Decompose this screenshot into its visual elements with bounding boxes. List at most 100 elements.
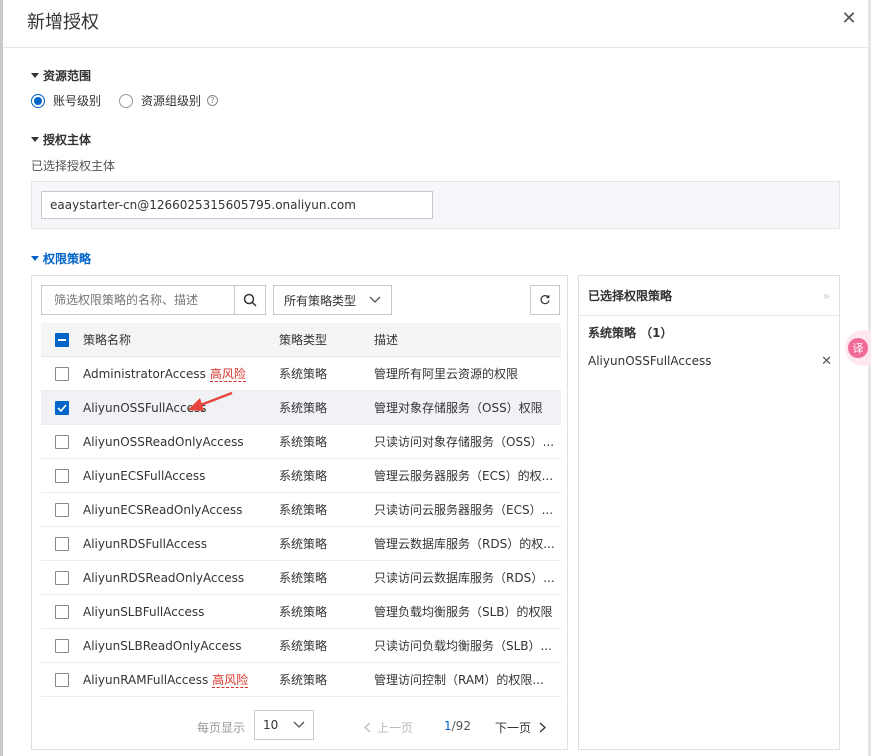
table-row[interactable]: AliyunECSReadOnlyAccess 系统策略 只读访问云服务器服务（EC… (41, 493, 561, 527)
table-row[interactable]: AliyunRAMFullAccess 高风险 系统策略 管理访问控制（RAM）的权限… (41, 663, 561, 697)
policy-search-input[interactable] (41, 285, 234, 315)
chevron-down-icon (369, 296, 381, 303)
high-risk-badge[interactable]: 高风险 (212, 673, 249, 688)
next-page-button[interactable]: 下一页 (495, 719, 546, 736)
scope-radio-group: 账号级别 资源组级别 ? (31, 92, 219, 109)
policy-description: 管理访问控制（RAM）的权限... (374, 673, 544, 687)
table-header: 策略名称 策略类型 描述 (41, 323, 561, 357)
policies-title: 权限策略 (43, 252, 92, 266)
table-row[interactable]: AliyunOSSFullAccess 系统策略 管理对象存储服务（OSS）权限 (41, 391, 561, 425)
page-indicator: 1/92 (444, 719, 471, 733)
policy-table: 策略名称 策略类型 描述 AdministratorAccess 高风险 系统策略管… (41, 323, 561, 697)
policy-type: 系统策略 (279, 571, 328, 585)
remove-icon[interactable]: ✕ (821, 354, 832, 369)
table-body: AdministratorAccess 高风险 系统策略 管理所有阿里云资源的权限 Al… (41, 357, 561, 697)
selected-principal-label: 已选择授权主体 (31, 159, 116, 173)
policies-heading[interactable]: 权限策略 (31, 250, 91, 267)
selected-policy-name: AliyunOSSFullAccess (588, 354, 712, 368)
resource-scope-heading[interactable]: 资源范围 (31, 67, 91, 84)
row-checkbox[interactable] (55, 468, 69, 483)
policy-name: AliyunRDSReadOnlyAccess (83, 570, 245, 585)
double-chevron-right-icon[interactable]: » (823, 289, 830, 303)
policy-description: 管理云数据库服务（RDS）的权... (374, 537, 555, 551)
row-checkbox[interactable] (55, 536, 69, 551)
caret-down-icon (31, 256, 39, 261)
high-risk-badge[interactable]: 高风险 (209, 367, 246, 382)
radio-resource-group-level[interactable] (119, 93, 134, 108)
search-button[interactable] (234, 285, 266, 315)
row-checkbox[interactable] (55, 570, 69, 585)
authorization-dialog: 新增授权 ✕ 资源范围 账号级别 资源组级别 ? 授权主体 已选择授权主体 ea… (3, 0, 868, 756)
policy-type-select[interactable]: 所有策略类型 (273, 285, 392, 315)
page-size-select[interactable]: 10 (254, 710, 314, 740)
policy-description: 管理所有阿里云资源的权限 (374, 367, 519, 381)
policy-type: 系统策略 (279, 435, 328, 449)
selected-policies-title: 已选择权限策略 (588, 289, 673, 303)
radio-account-level[interactable] (31, 93, 45, 108)
row-checkbox[interactable] (55, 672, 69, 687)
policy-type: 系统策略 (279, 537, 328, 551)
table-row[interactable]: AliyunRDSFullAccess 系统策略 管理云数据库服务（RDS）的权..… (41, 527, 561, 561)
search-icon (243, 293, 257, 307)
policy-description: 只读访问对象存储服务（OSS）... (374, 435, 555, 449)
principal-box: eaaystarter-cn@1266025315605795.onaliyun… (31, 181, 840, 229)
refresh-button[interactable] (530, 285, 560, 315)
resource-scope-title: 资源范围 (43, 69, 92, 83)
policy-name: AliyunOSSFullAccess (83, 400, 207, 415)
policy-name: AliyunRAMFullAccess (83, 673, 209, 687)
per-page-label: 每页显示 (197, 721, 246, 735)
radio-account-level-label[interactable]: 账号级别 (53, 92, 101, 109)
translate-icon: 译 (848, 338, 868, 358)
chevron-right-icon (539, 722, 546, 733)
policy-type: 系统策略 (279, 673, 328, 687)
principal-heading[interactable]: 授权主体 (31, 131, 91, 148)
dialog-title: 新增授权 (27, 12, 99, 33)
column-header-type: 策略类型 (279, 333, 328, 347)
chevron-left-icon (364, 722, 371, 733)
close-icon[interactable]: ✕ (840, 10, 858, 28)
policy-description: 只读访问负载均衡服务（SLB）... (374, 639, 552, 653)
column-header-desc: 描述 (374, 333, 399, 347)
help-icon[interactable]: ? (207, 95, 219, 106)
selected-policies-panel: 已选择权限策略 » 系统策略 （1） AliyunOSSFullAccess ✕ (578, 275, 840, 750)
policy-description: 只读访问云服务器服务（ECS）... (374, 503, 554, 517)
policy-name: AliyunOSSReadOnlyAccess (83, 434, 244, 449)
row-checkbox[interactable] (55, 400, 69, 415)
row-checkbox[interactable] (55, 366, 69, 381)
table-row[interactable]: AliyunOSSReadOnlyAccess 系统策略 只读访问对象存储服务（OS… (41, 425, 561, 459)
row-checkbox[interactable] (55, 502, 69, 517)
policy-description: 只读访问云数据库服务（RDS）... (374, 571, 555, 585)
table-row[interactable]: AliyunSLBFullAccess 系统策略 管理负载均衡服务（SLB）的权限 (41, 595, 561, 629)
policy-name: AliyunRDSFullAccess (83, 536, 207, 551)
row-checkbox[interactable] (55, 638, 69, 653)
current-page: 1 (444, 719, 452, 733)
next-page-label: 下一页 (495, 721, 532, 735)
refresh-icon (540, 295, 550, 305)
pagination: 每页显示 10 上一页 1/92 下一页 (32, 706, 569, 746)
column-header-name: 策略名称 (83, 333, 132, 347)
prev-page-label: 上一页 (377, 721, 414, 735)
principal-field[interactable]: eaaystarter-cn@1266025315605795.onaliyun… (41, 191, 433, 219)
total-pages: /92 (451, 719, 471, 733)
table-row[interactable]: AliyunECSFullAccess 系统策略 管理云服务器服务（ECS）的权..… (41, 459, 561, 493)
selected-policies-header: 已选择权限策略 » (579, 276, 839, 316)
select-all-checkbox[interactable] (55, 332, 69, 347)
table-row[interactable]: AliyunSLBReadOnlyAccess 系统策略 只读访问负载均衡服务（SL… (41, 629, 561, 663)
policy-name: AdministratorAccess (83, 367, 206, 381)
policy-type: 系统策略 (279, 401, 328, 415)
policy-type-value: 所有策略类型 (284, 293, 357, 308)
selected-policy-item: AliyunOSSFullAccess ✕ (588, 354, 832, 369)
page-size-value: 10 (263, 718, 279, 732)
radio-resource-group-label[interactable]: 资源组级别 (141, 92, 201, 109)
row-checkbox[interactable] (55, 604, 69, 619)
row-checkbox[interactable] (55, 434, 69, 449)
policy-list-panel: 所有策略类型 策略名称 策略类型 描述 AdministratorAccess高… (31, 275, 568, 750)
policy-description: 管理云服务器服务（ECS）的权... (374, 469, 554, 483)
table-row[interactable]: AliyunRDSReadOnlyAccess 系统策略 只读访问云数据库服务（RD… (41, 561, 561, 595)
caret-down-icon (31, 73, 39, 78)
prev-page-button[interactable]: 上一页 (364, 719, 413, 736)
policy-type: 系统策略 (279, 605, 328, 619)
policy-name: AliyunECSReadOnlyAccess (83, 502, 243, 517)
table-row[interactable]: AdministratorAccess 高风险 系统策略 管理所有阿里云资源的权限 (41, 357, 561, 391)
policy-type: 系统策略 (279, 469, 328, 483)
